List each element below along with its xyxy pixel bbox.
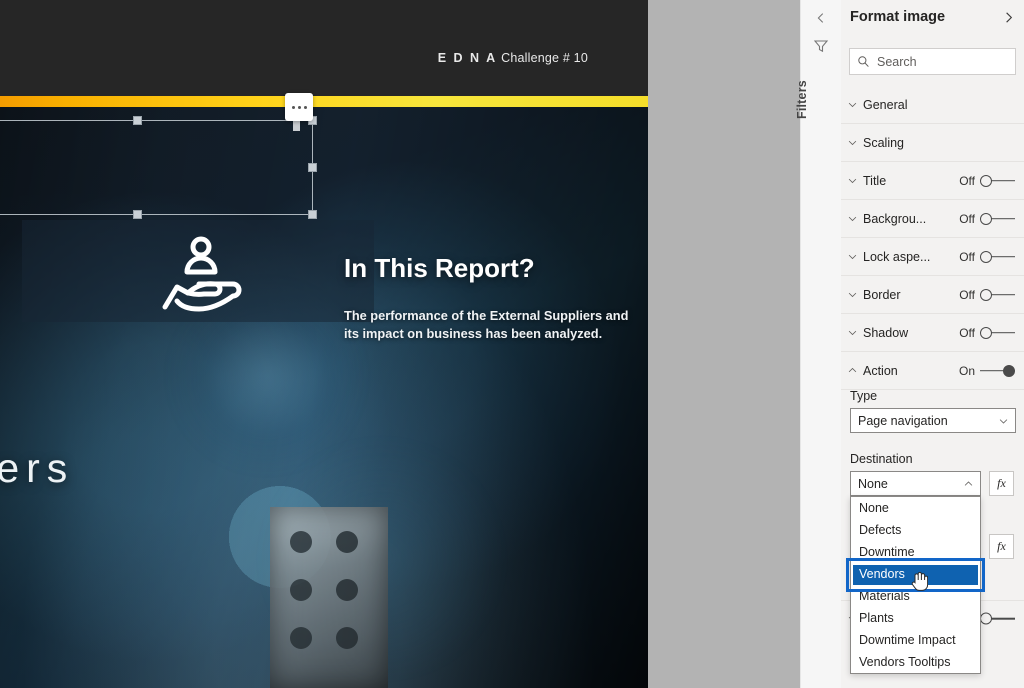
search-icon bbox=[857, 55, 870, 68]
report-heading: In This Report? bbox=[344, 253, 535, 283]
chevron-down-icon bbox=[841, 137, 863, 148]
resize-handle-middle-right[interactable] bbox=[308, 162, 317, 172]
format-section-general[interactable]: General bbox=[841, 86, 1024, 124]
border-toggle[interactable] bbox=[980, 288, 1015, 301]
more-dot-1 bbox=[291, 105, 295, 109]
format-panel-header: Format image bbox=[841, 0, 1024, 36]
chevron-up-icon bbox=[841, 365, 863, 376]
filter-funnel-icon[interactable] bbox=[813, 38, 829, 54]
format-section-title[interactable]: Title Off bbox=[841, 162, 1024, 200]
type-select-value: Page navigation bbox=[858, 413, 948, 428]
toggle-group: Off bbox=[959, 326, 1015, 340]
tooltip-fx-button[interactable]: fx bbox=[989, 534, 1014, 559]
search-placeholder: Search bbox=[877, 54, 917, 69]
report-accent-bar bbox=[0, 96, 648, 107]
format-section-label: Scaling bbox=[863, 135, 904, 150]
format-section-background[interactable]: Backgrou... Off bbox=[841, 200, 1024, 238]
format-section-label: General bbox=[863, 97, 908, 112]
extra-toggle[interactable] bbox=[980, 612, 1015, 625]
more-dot-2 bbox=[297, 105, 301, 109]
report-title-line-2: ufacturers bbox=[0, 445, 75, 491]
filters-pane-label[interactable]: Filters bbox=[795, 70, 847, 130]
format-section-label: Title bbox=[863, 173, 887, 188]
toggle-group: On bbox=[959, 364, 1015, 378]
image-selection-box[interactable] bbox=[0, 116, 317, 219]
type-label: Type bbox=[850, 389, 878, 403]
type-select[interactable]: Page navigation bbox=[850, 408, 1016, 433]
toggle-state-label: Off bbox=[959, 173, 975, 188]
report-page[interactable]: E D N A Challenge # 10 timeImpact bbox=[0, 0, 648, 688]
toggle-state-label: Off bbox=[959, 287, 975, 302]
search-input[interactable]: Search bbox=[849, 48, 1016, 75]
photo-metal-slab bbox=[270, 507, 388, 688]
dropdown-option-downtime[interactable]: Downtime bbox=[851, 541, 980, 563]
chevron-down-icon bbox=[841, 213, 863, 224]
format-section-label: Backgrou... bbox=[863, 211, 927, 226]
toggle-group: Off bbox=[959, 212, 1015, 226]
format-section-border[interactable]: Border Off bbox=[841, 276, 1024, 314]
dropdown-option-none[interactable]: None bbox=[851, 497, 980, 519]
chevron-down-icon bbox=[841, 327, 863, 338]
more-options-button[interactable] bbox=[285, 93, 313, 121]
format-section-label: Lock aspe... bbox=[863, 249, 931, 264]
resize-handle-bottom-right[interactable] bbox=[308, 210, 317, 219]
action-toggle[interactable] bbox=[980, 364, 1015, 377]
chevron-down-icon bbox=[841, 251, 863, 262]
toggle-state-label: Off bbox=[959, 211, 975, 226]
report-description: The performance of the External Supplier… bbox=[344, 308, 629, 341]
report-brand-rest: Challenge # 10 bbox=[501, 51, 588, 65]
power-bi-report-editor: E D N A Challenge # 10 timeImpact bbox=[0, 0, 1024, 688]
toggle-group bbox=[980, 612, 1015, 625]
toggle-state-label: Off bbox=[959, 249, 975, 264]
format-section-shadow[interactable]: Shadow Off bbox=[841, 314, 1024, 352]
lock-aspect-toggle[interactable] bbox=[980, 250, 1015, 263]
destination-label: Destination bbox=[850, 452, 913, 466]
shadow-toggle[interactable] bbox=[980, 326, 1015, 339]
toggle-group: Off bbox=[959, 174, 1015, 188]
chevron-down-icon bbox=[841, 289, 863, 300]
report-top-bar: E D N A Challenge # 10 bbox=[0, 0, 648, 96]
toggle-group: Off bbox=[959, 288, 1015, 302]
chevron-down-icon bbox=[841, 175, 863, 186]
format-section-label: Action bbox=[863, 363, 898, 378]
format-section-action[interactable]: Action On bbox=[841, 352, 1024, 390]
dropdown-option-plants[interactable]: Plants bbox=[851, 607, 980, 629]
format-section-lock-aspect[interactable]: Lock aspe... Off bbox=[841, 238, 1024, 276]
toggle-state-label: Off bbox=[959, 325, 975, 340]
title-toggle[interactable] bbox=[980, 174, 1015, 187]
photo-glow-b bbox=[251, 443, 512, 674]
report-brand: E D N A Challenge # 10 bbox=[438, 51, 588, 65]
page-title: Format image bbox=[850, 9, 946, 25]
toggle-state-label: On bbox=[958, 363, 975, 378]
resize-handle-bottom-center[interactable] bbox=[132, 210, 142, 219]
chevron-up-icon bbox=[963, 478, 974, 489]
resize-handle-top-center[interactable] bbox=[132, 116, 142, 125]
chevron-down-icon bbox=[841, 99, 863, 110]
report-canvas-area[interactable]: E D N A Challenge # 10 timeImpact bbox=[0, 0, 800, 688]
background-toggle[interactable] bbox=[980, 212, 1015, 225]
destination-select[interactable]: None bbox=[850, 471, 981, 496]
dropdown-option-vendors-tooltips[interactable]: Vendors Tooltips bbox=[851, 651, 980, 673]
chevron-right-icon[interactable] bbox=[1000, 9, 1016, 25]
chevron-down-icon bbox=[998, 415, 1009, 426]
filters-rail[interactable]: Filters bbox=[795, 0, 842, 688]
hand-holding-person-icon bbox=[155, 235, 247, 313]
destination-select-value: None bbox=[858, 476, 888, 491]
format-section-label: Border bbox=[863, 287, 901, 302]
hand-cursor-icon bbox=[910, 570, 929, 592]
toggle-group: Off bbox=[959, 250, 1015, 264]
more-dot-3 bbox=[303, 105, 307, 109]
destination-fx-button[interactable]: fx bbox=[989, 471, 1014, 496]
report-brand-bold: E D N A bbox=[437, 51, 498, 65]
format-section-label: Shadow bbox=[863, 325, 909, 340]
format-section-list: General Scaling Title Off Backgrou... Of… bbox=[841, 86, 1024, 390]
format-section-scaling[interactable]: Scaling bbox=[841, 124, 1024, 162]
chevron-left-icon[interactable] bbox=[812, 9, 830, 27]
dropdown-option-defects[interactable]: Defects bbox=[851, 519, 980, 541]
dropdown-option-downtime-impact[interactable]: Downtime Impact bbox=[851, 629, 980, 651]
